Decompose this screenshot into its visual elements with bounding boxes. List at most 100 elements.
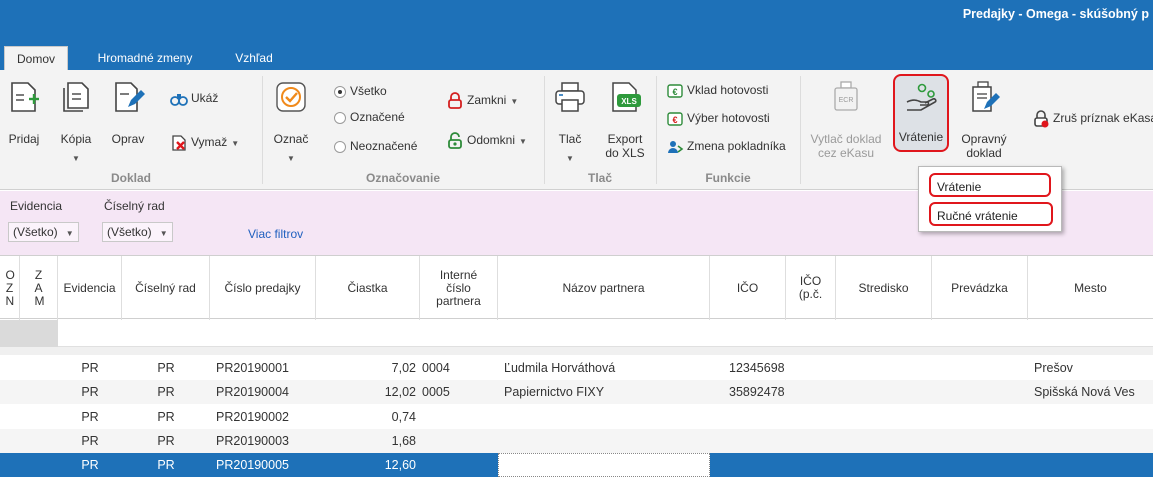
cell-nazov: Ľudmila Horváthová <box>504 361 616 375</box>
col-nazov-partnera[interactable]: Názov partnera <box>498 256 710 320</box>
tlac-button[interactable]: Tlač ▼ <box>548 76 592 163</box>
evidencia-filter-label: Evidencia <box>10 199 63 213</box>
export-xls-button[interactable]: XLS Export do XLS <box>598 76 652 162</box>
pridaj-button[interactable]: Pridaj <box>2 76 46 162</box>
evidencia-select[interactable]: (Všetko) ▼ <box>8 222 79 242</box>
table-row[interactable]: PR PR PR20190004 12,02 0005 Papiernictvo FIXY… <box>0 380 1153 405</box>
tab-hromadne-zmeny[interactable]: Hromadné zmeny <box>86 46 204 70</box>
col-evidencia[interactable]: Evidencia <box>58 256 122 320</box>
lock-red-icon <box>1034 110 1049 128</box>
col-interne-line-1: Interné <box>439 267 478 282</box>
export-xls-label: Export do XLS <box>598 132 652 160</box>
radio-indicator <box>334 85 346 98</box>
grid-filter-row[interactable] <box>0 320 1153 347</box>
cell-nazov <box>504 429 710 453</box>
chevron-down-icon: ▼ <box>159 229 168 238</box>
group-label-doklad: Doklad <box>110 171 151 185</box>
ecr-register-icon: ECR <box>834 81 858 111</box>
col-stredisko[interactable]: Stredisko <box>836 256 932 320</box>
col-interne-label: Interné číslo partnera <box>436 267 481 308</box>
vratenie-button[interactable]: Vrátenie <box>893 74 949 152</box>
radio-oznacene[interactable]: Označené <box>334 108 405 126</box>
vymaz-button[interactable]: Vymaž ▼ <box>170 132 239 152</box>
cell-cislo: PR20190002 <box>216 409 289 424</box>
export-line-2: do XLS <box>605 146 645 160</box>
cell-ciastka: 7,02 <box>391 361 416 375</box>
ukaz-button[interactable]: Ukáž <box>170 88 218 108</box>
menu-item-vratenie[interactable]: Vrátenie <box>929 173 1051 197</box>
vyber-hotovosti-button[interactable]: € Výber hotovosti <box>666 108 770 128</box>
zrus-priznak-ekasa-button[interactable]: Zruš príznak eKasa <box>1032 108 1153 128</box>
add-document-icon <box>11 82 39 112</box>
cell-cislo: PR20190004 <box>216 385 289 400</box>
unlock-icon <box>448 131 462 149</box>
radio-vsetko-label: Všetko <box>350 84 387 98</box>
cell-evidencia: PR <box>81 409 99 424</box>
table-row[interactable]: PR PR PR20190005 12,60 <box>0 453 1153 478</box>
radio-indicator <box>334 140 346 153</box>
col-ciastka[interactable]: Čiastka <box>316 256 420 320</box>
col-prevadzka[interactable]: Prevádzka <box>932 256 1028 320</box>
export-line-1: Export <box>607 132 643 146</box>
rad-select[interactable]: (Všetko) ▼ <box>102 222 173 242</box>
odomkni-button[interactable]: Odomkni ▼ <box>446 130 527 150</box>
group-label-funkcie: Funkcie <box>705 171 751 185</box>
kopia-label: Kópia <box>60 132 92 146</box>
cell-evidencia: PR <box>81 385 99 400</box>
cell-evidencia: PR <box>81 433 99 448</box>
cell-ciastka: 1,68 <box>391 433 416 448</box>
tab-domov[interactable]: Domov <box>4 46 68 70</box>
col-ciselny-rad[interactable]: Číselný rad <box>122 256 210 320</box>
group-label-tlac: Tlač <box>587 171 612 185</box>
table-row[interactable]: PR PR PR20190001 7,02 0004 Ľudmila Horváthová… <box>0 356 1153 380</box>
group-divider <box>544 76 545 184</box>
cell-cislo: PR20190003 <box>216 433 289 448</box>
col-ico-pc[interactable]: IČO (p.č. <box>786 256 836 320</box>
cell-ciastka: 0,74 <box>391 409 416 424</box>
chevron-down-icon: ▼ <box>510 97 519 106</box>
cell-rad: PR <box>157 409 175 424</box>
cell-editor-nazov[interactable] <box>498 453 710 478</box>
vyber-label: Výber hotovosti <box>687 111 770 125</box>
col-zam[interactable]: Z A M <box>20 256 58 320</box>
more-filters-link[interactable]: Viac filtrov <box>248 227 303 241</box>
col-cislo-predajky[interactable]: Číslo predajky <box>210 256 316 320</box>
delete-document-icon <box>172 135 186 151</box>
opravny-line-2: doklad <box>966 146 1002 160</box>
vytlac-doklad-button[interactable]: ECR Vytlač doklad cez eKasu <box>804 76 888 162</box>
cell-rad: PR <box>157 361 175 375</box>
radio-neoznacene[interactable]: Neoznačené <box>334 137 417 155</box>
col-interne-cislo[interactable]: Interné číslo partnera <box>420 256 498 320</box>
col-ico-pc-line-2: (p.č. <box>798 287 823 301</box>
vklad-hotovosti-button[interactable]: € Vklad hotovosti <box>666 80 768 100</box>
col-ico[interactable]: IČO <box>710 256 786 320</box>
grid-header: O Z N Z A M Evidencia Číselný rad Číslo … <box>0 255 1153 320</box>
table-row[interactable]: PR PR PR20190002 0,74 <box>0 405 1153 429</box>
radio-neoznacene-label: Neoznačené <box>350 139 418 153</box>
tlac-label: Tlač <box>558 132 582 146</box>
vytlac-line-1: Vytlač doklad <box>810 132 882 146</box>
vratenie-dropdown: Vrátenie Ručné vrátenie <box>918 166 1062 232</box>
opravny-doklad-button[interactable]: Opravný doklad <box>954 76 1014 162</box>
radio-vsetko[interactable]: Všetko <box>334 82 387 100</box>
cell-ico: 12345698 <box>729 361 785 375</box>
svg-text:€: € <box>672 87 677 97</box>
vytlac-line-2: cez eKasu <box>817 146 875 160</box>
xls-badge: XLS <box>621 97 637 106</box>
cell-mesto: Spišská Nová Ves <box>1034 385 1135 400</box>
col-mesto[interactable]: Mesto <box>1028 256 1153 320</box>
kopia-button[interactable]: Kópia ▼ <box>54 76 98 163</box>
col-ozn[interactable]: O Z N <box>0 256 20 320</box>
zamkni-button[interactable]: Zamkni ▼ <box>446 90 518 110</box>
correction-document-icon <box>972 81 1000 112</box>
zmena-pokladnika-button[interactable]: Zmena pokladníka <box>666 136 786 156</box>
oprav-button[interactable]: Oprav <box>104 76 152 162</box>
cell-mesto <box>1034 453 1153 477</box>
cell-ico: 35892478 <box>729 385 785 400</box>
menu-item-rucne-vratenie[interactable]: Ručné vrátenie <box>929 202 1053 226</box>
rad-select-value: (Všetko) <box>107 225 152 239</box>
oznac-button[interactable]: Označ ▼ <box>268 76 314 163</box>
tab-vzhlad[interactable]: Vzhľad <box>222 46 286 70</box>
table-row[interactable]: PR PR PR20190003 1,68 <box>0 428 1153 453</box>
group-label-oznacovanie: Označovanie <box>365 171 441 185</box>
